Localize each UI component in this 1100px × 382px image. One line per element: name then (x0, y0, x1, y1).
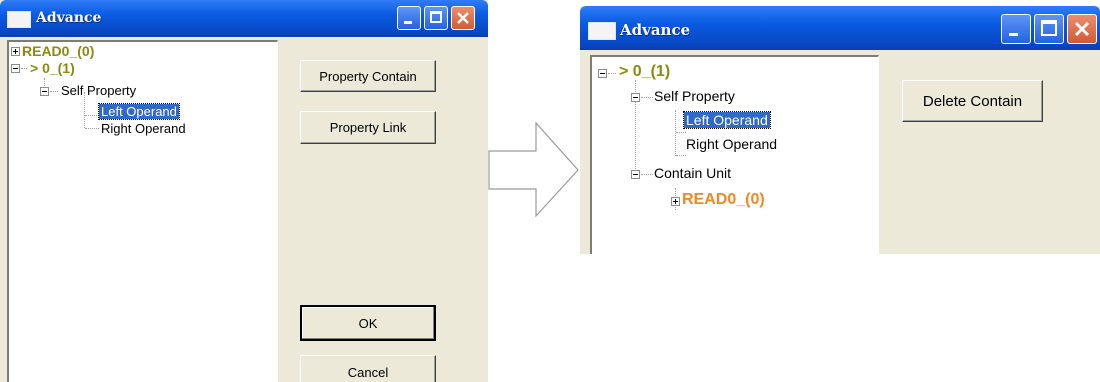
tree-line (608, 73, 616, 74)
close-icon (457, 12, 469, 24)
window-icon (7, 11, 31, 28)
tree-line (675, 110, 676, 156)
tree-line (50, 91, 58, 92)
maximize-button[interactable] (424, 6, 448, 30)
tree-node-root[interactable]: > 0_(1) (619, 63, 670, 81)
window-icon (588, 22, 616, 40)
tree-node-left-operand[interactable]: Left Operand (98, 103, 180, 120)
tree-node-read0[interactable]: READ0_(0) (22, 43, 94, 59)
advance-window-after: Advance > 0_(1) Self Property Left Opera… (580, 6, 1100, 254)
close-icon (1075, 22, 1089, 36)
minimize-button[interactable] (1001, 14, 1031, 44)
title-bar[interactable]: Advance (580, 6, 1100, 50)
tree-node-read0[interactable]: READ0_(0) (682, 191, 765, 209)
collapse-icon[interactable] (631, 93, 640, 102)
window-title: Advance (36, 10, 102, 26)
title-bar[interactable]: Advance (0, 0, 488, 37)
maximize-icon (430, 11, 442, 23)
transition-arrow-icon (488, 122, 579, 218)
maximize-icon (1041, 20, 1057, 36)
tree-node-left-operand[interactable]: Left Operand (683, 111, 771, 129)
minimize-icon (404, 21, 412, 24)
tree-node-right-operand[interactable]: Right Operand (101, 121, 186, 136)
collapse-icon[interactable] (11, 64, 20, 73)
delete-contain-button[interactable]: Delete Contain (902, 80, 1043, 122)
minimize-button[interactable] (397, 6, 421, 30)
tree-node-self-property[interactable]: Self Property (61, 83, 136, 98)
window-title: Advance (620, 21, 691, 39)
tree-line (676, 155, 686, 156)
tree-line (641, 97, 653, 98)
ok-button[interactable]: OK (300, 305, 436, 341)
cancel-button[interactable]: Cancel (300, 355, 436, 382)
tree-view[interactable]: > 0_(1) Self Property Left Operand Right… (590, 55, 879, 254)
collapse-icon[interactable] (631, 170, 640, 179)
tree-line (641, 174, 653, 175)
tree-view[interactable]: READ0_(0) > 0_(1) Self Property Left Ope… (7, 40, 278, 382)
maximize-button[interactable] (1034, 14, 1064, 44)
advance-window-before: Advance READ0_(0) > 0_(1) Self Property … (0, 0, 488, 382)
collapse-icon[interactable] (598, 69, 607, 78)
minimize-icon (1009, 33, 1018, 36)
close-button[interactable] (1067, 14, 1097, 44)
tree-line (85, 128, 99, 129)
expand-icon[interactable] (11, 47, 20, 56)
tree-line (635, 101, 636, 179)
tree-node-self-property[interactable]: Self Property (654, 88, 735, 104)
tree-node-right-operand[interactable]: Right Operand (686, 136, 777, 152)
tree-line (85, 115, 99, 116)
property-contain-button[interactable]: Property Contain (300, 60, 436, 92)
property-link-button[interactable]: Property Link (300, 111, 436, 144)
close-button[interactable] (451, 6, 475, 30)
tree-line (21, 68, 27, 69)
tree-line (635, 80, 636, 92)
tree-line (676, 132, 686, 133)
tree-node-root[interactable]: > 0_(1) (30, 60, 75, 76)
collapse-icon[interactable] (40, 87, 49, 96)
expand-icon[interactable] (671, 197, 680, 206)
tree-node-contain-unit[interactable]: Contain Unit (654, 165, 731, 181)
